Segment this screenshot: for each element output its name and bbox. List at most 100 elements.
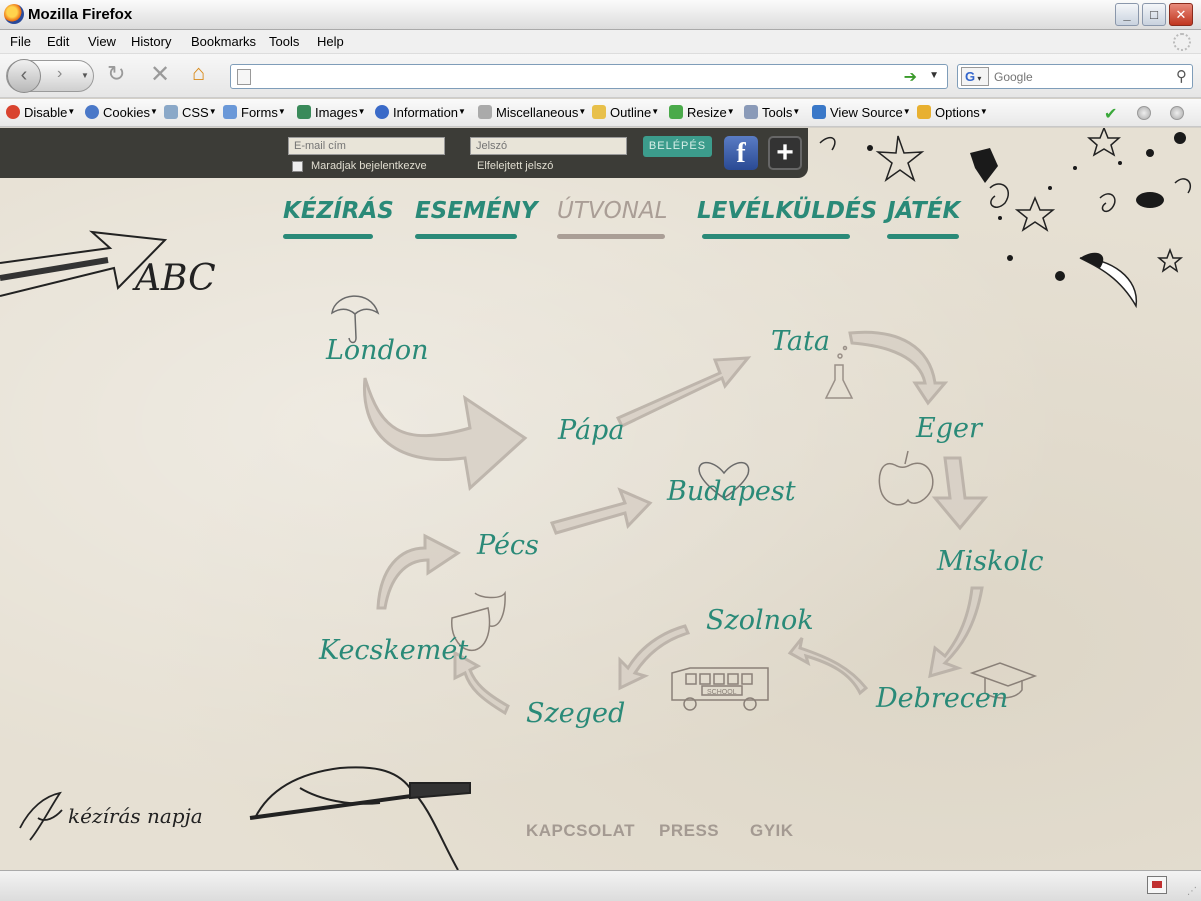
options-icon [917,105,931,119]
footer-gyik[interactable]: GYIK [750,821,794,841]
throbber-icon [1173,33,1191,51]
go-arrow-icon[interactable]: ➔ [904,67,917,87]
home-icon[interactable]: ⌂ [192,60,205,86]
forgot-password-link[interactable]: Elfelejtett jelszó [477,160,553,172]
devbar-options[interactable]: Options▼ [917,105,988,120]
login-bar: BELÉPÉS Maradjak bejelentkezve Elfelejte… [0,128,808,178]
city-budapest[interactable]: Budapest [667,476,796,507]
nav-kezirás[interactable]: KÉZÍRÁS [283,198,394,224]
devbar-label: Resize [687,105,727,120]
nav-esemeny[interactable]: ESEMÉNY [415,198,538,224]
page-sketches: SCHOOL kézírás napja [0,128,1192,870]
city-szolnok[interactable]: Szolnok [706,605,814,636]
url-input[interactable] [261,67,881,86]
resize-icon [669,105,683,119]
footer-press[interactable]: PRESS [659,821,719,841]
menu-edit[interactable]: Edit [47,34,69,49]
page-icon [237,69,251,85]
status-bar: ⋰ [0,870,1201,901]
stop-icon[interactable]: ✕ [150,60,170,89]
menu-help[interactable]: Help [317,34,344,49]
devbar-label: Outline [610,105,652,120]
facebook-icon[interactable]: f [724,136,758,170]
information-icon [375,105,389,119]
hand-with-pen-icon [249,766,471,870]
devbar-css[interactable]: CSS▼ [164,105,217,120]
devbar-label: Forms [241,105,278,120]
apple-icon [878,450,934,506]
search-bar[interactable]: G ▾ ⚲ [957,64,1193,89]
forms-icon [223,105,237,119]
devbar-view-source[interactable]: View Source▼ [812,105,911,120]
reload-icon[interactable]: ↻ [107,61,125,87]
addon-status-icon[interactable] [1147,876,1167,894]
forward-arrow-icon[interactable]: › [57,65,62,83]
back-button[interactable]: ‹ [7,59,41,93]
firefox-icon [4,4,24,24]
menu-history[interactable]: History [131,34,171,49]
city-kecskemet[interactable]: Kecskemét [319,635,468,666]
validation-check-icon[interactable]: ✔ [1104,104,1117,124]
search-icon[interactable]: ⚲ [1176,67,1187,85]
devbar-label: Miscellaneous [496,105,579,120]
js-status-icon[interactable] [1170,106,1184,120]
devbar-images[interactable]: Images▼ [297,105,366,120]
cookies-icon [85,105,99,119]
footer-kapcsolat[interactable]: KAPCSOLAT [526,821,635,841]
close-button[interactable]: ✕ [1169,3,1193,26]
city-pecs[interactable]: Pécs [477,530,539,561]
history-dropdown-icon[interactable]: ▼ [81,71,89,80]
menu-view[interactable]: View [88,34,116,49]
devbar-outline[interactable]: Outline▼ [592,105,659,120]
search-engine-button[interactable]: G ▾ [961,67,989,86]
devbar-information[interactable]: Information▼ [375,105,466,120]
city-tata[interactable]: Tata [771,326,830,357]
city-debrecen[interactable]: Debrecen [876,683,1008,714]
url-bar[interactable]: ➔ ▼ [230,64,948,89]
images-icon [297,105,311,119]
add-plus-icon[interactable]: + [768,136,802,170]
city-miskolc[interactable]: Miskolc [937,546,1044,577]
devbar-miscellaneous[interactable]: Miscellaneous▼ [478,105,586,120]
login-button[interactable]: BELÉPÉS [643,136,712,157]
devbar-resize[interactable]: Resize▼ [669,105,735,120]
devbar-label: Cookies [103,105,150,120]
miscellaneous-icon [478,105,492,119]
nav-utvonal[interactable]: ÚTVONAL [557,198,667,224]
menu-bookmarks[interactable]: Bookmarks [191,34,256,49]
signature-doodle-icon [19,791,63,841]
city-papa[interactable]: Pápa [558,415,624,446]
devbar-tools[interactable]: Tools▼ [744,105,800,120]
devbar-label: Disable [24,105,68,120]
city-london[interactable]: London [326,335,429,366]
city-szeged[interactable]: Szeged [526,698,625,729]
css-status-icon[interactable] [1137,106,1151,120]
nav-underline [702,234,850,239]
google-icon: G [965,69,976,84]
password-field[interactable] [470,137,627,155]
web-developer-toolbar: Disable▼ Cookies▼ CSS▼ Forms▼ Images▼ In… [0,99,1201,127]
navigation-bar: › ▼ ↻ ✕ ⌂ ➔ ▼ G ▾ ⚲ [0,54,1201,98]
email-field[interactable] [288,137,445,155]
maximize-button[interactable]: □ [1142,3,1166,26]
devbar-label: Images [315,105,358,120]
city-eger[interactable]: Eger [916,413,982,444]
window-titlebar: Mozilla Firefox _ □ ✕ [0,0,1201,30]
css-icon [164,105,178,119]
devbar-label: Options [935,105,980,120]
abc-logo: ABC [135,258,216,299]
nav-levelkuldes[interactable]: LEVÉLKÜLDÉS [697,198,877,224]
resize-grip-icon[interactable]: ⋰ [1187,886,1197,897]
remember-me-checkbox[interactable] [292,161,303,172]
remember-me-label: Maradjak bejelentkezve [311,160,427,172]
url-dropdown-icon[interactable]: ▼ [929,70,939,81]
devbar-forms[interactable]: Forms▼ [223,105,286,120]
devbar-cookies[interactable]: Cookies▼ [85,105,158,120]
menu-file[interactable]: File [10,34,31,49]
devbar-label: Information [393,105,459,120]
nav-jatek[interactable]: JÁTÉK [887,198,960,224]
devbar-disable[interactable]: Disable▼ [6,105,75,120]
minimize-button[interactable]: _ [1115,3,1139,26]
menu-tools[interactable]: Tools [269,34,299,49]
search-input[interactable] [994,68,1164,86]
